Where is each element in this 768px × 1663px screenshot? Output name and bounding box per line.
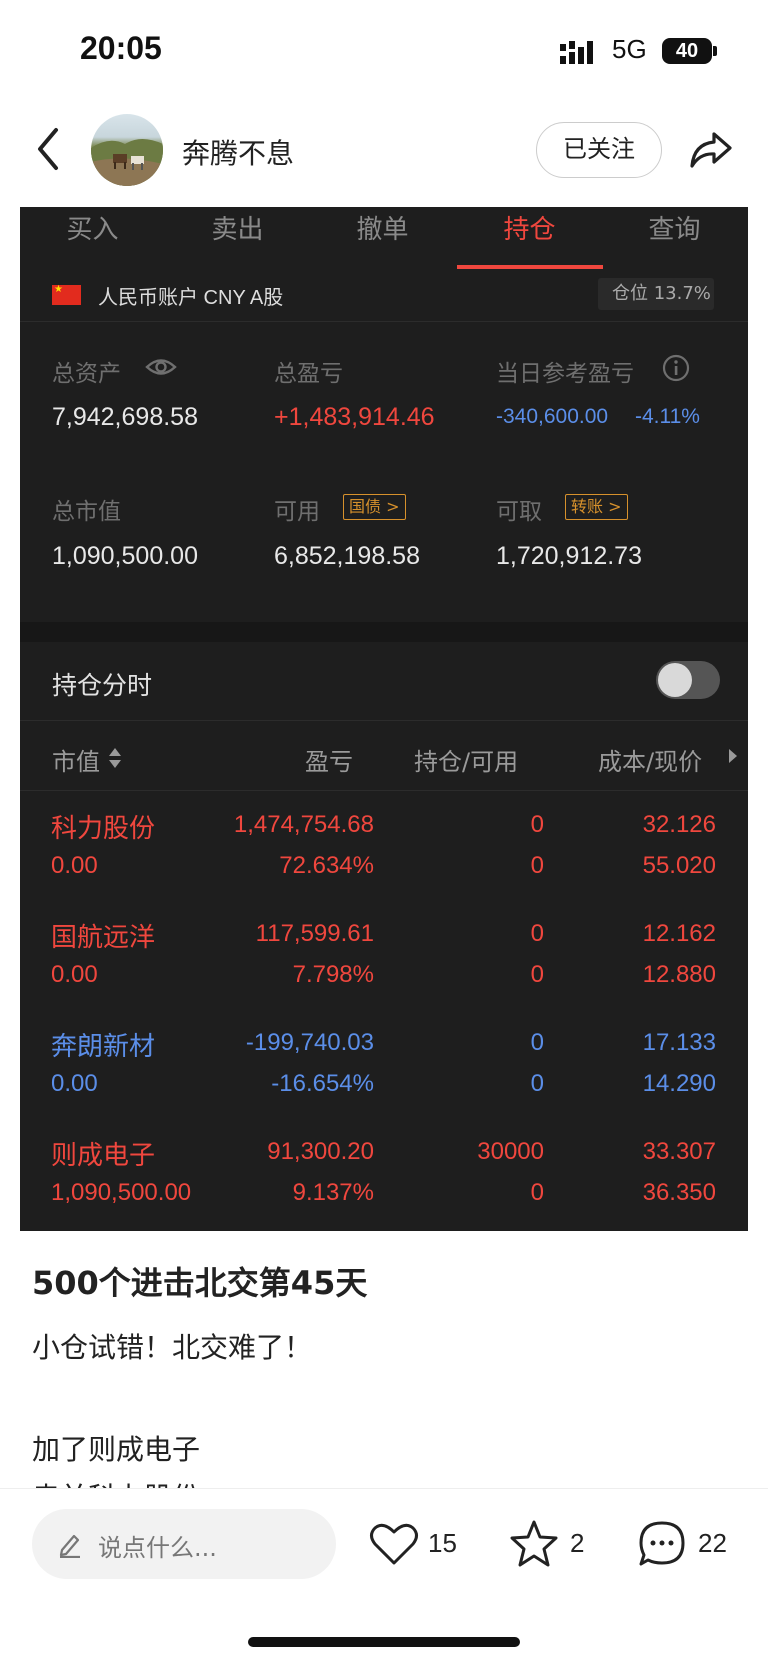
trading-panel [20,207,748,1231]
stock-price: 14.290 [642,1070,716,1097]
stock-name[interactable]: 奔朗新材 [51,1026,155,1063]
stock-available: 0 [530,852,544,879]
daily-pnl-label: 当日参考盈亏 [496,361,634,387]
col-holding: 持仓/可用 [414,748,519,776]
stock-pnl-percent: 7.798% [292,961,374,988]
timeshare-label: 持仓分时 [52,671,153,700]
tab-sell[interactable]: 卖出 [165,207,310,269]
share-icon[interactable] [688,128,734,172]
stock-pnl-percent: -16.654% [271,1070,374,1097]
available-value: 6,852,198.58 [274,542,420,570]
total-assets-value: 7,942,698.58 [52,403,198,431]
heart-icon[interactable] [368,1518,420,1570]
flag-star-icon: ★ [54,284,63,295]
stock-holding: 30000 [477,1138,544,1165]
post-title: 500个进击北交第45天 [32,1264,368,1302]
signal-icon [560,41,593,64]
withdrawable-label: 可取 [496,499,542,525]
info-icon[interactable] [662,354,690,382]
stock-cost: 17.133 [642,1029,716,1056]
col-cost-price: 成本/现价 [598,748,703,776]
position-ratio-badge: 仓位 13.7% [598,278,714,310]
stock-market-value: 0.00 [51,961,98,988]
account-label: 人民币账户 CNY A股 [98,287,284,309]
available-label: 可用 [274,499,320,525]
total-assets-label: 总资产 [52,361,121,387]
stock-market-value: 1,090,500.00 [51,1179,192,1206]
stock-pnl: 1,474,754.68 [233,811,374,838]
stock-holding: 0 [530,811,544,838]
transfer-link[interactable]: 转账 > [565,494,628,520]
daily-pnl-value: -340,600.00 [496,405,609,428]
stock-holding: 0 [530,920,544,947]
market-value-value: 1,090,500.00 [52,542,198,570]
tab-query[interactable]: 查询 [602,207,747,269]
divider [20,790,748,791]
tab-buy[interactable]: 买入 [20,207,165,269]
status-bar: 20:05 5G 40 [0,0,768,100]
stock-available: 0 [530,1070,544,1097]
stock-name[interactable]: 则成电子 [51,1135,155,1172]
network-type: 5G [612,34,647,64]
comment-bubble-icon[interactable] [636,1518,688,1570]
like-count: 15 [428,1528,457,1558]
stock-pnl: 91,300.20 [267,1138,374,1165]
tab-cancel[interactable]: 撤单 [310,207,455,269]
total-pnl-label: 总盈亏 [274,361,343,387]
battery-icon: 40 [662,38,712,64]
active-tab-indicator [457,265,603,269]
avatar-landscape-icon [91,139,163,186]
stock-cost: 32.126 [642,811,716,838]
stock-pnl-percent: 9.137% [292,1179,374,1206]
pencil-icon [59,1534,80,1558]
market-value-label: 总市值 [52,499,121,525]
star-icon[interactable] [508,1518,560,1570]
tab-holdings[interactable]: 持仓 [457,207,602,269]
toggle-knob [658,663,692,697]
eye-icon[interactable] [145,356,177,378]
col-pnl: 盈亏 [305,748,353,776]
total-pnl-value: +1,483,914.46 [274,403,435,431]
stock-name[interactable]: 国航远洋 [51,917,155,954]
sort-icon[interactable] [108,746,122,770]
scroll-right-icon[interactable] [728,748,738,764]
divider [20,720,748,721]
col-market-value[interactable]: 市值 [52,742,100,777]
stock-pnl-percent: 72.634% [279,852,374,879]
avatar[interactable] [91,114,163,186]
back-chevron-icon[interactable] [34,126,64,172]
home-indicator [248,1637,520,1647]
comment-count: 22 [698,1528,727,1558]
favorite-count: 2 [570,1528,585,1558]
stock-available: 0 [530,1179,544,1206]
post-line: 小仓试错！北交难了！ [32,1331,313,1364]
treasury-bond-link[interactable]: 国债 > [343,494,406,520]
stock-market-value: 0.00 [51,1070,98,1097]
withdrawable-value: 1,720,912.73 [496,542,642,570]
stock-market-value: 0.00 [51,852,98,879]
stock-price: 55.020 [642,852,716,879]
stock-price: 36.350 [642,1179,716,1206]
status-time: 20:05 [80,30,162,66]
stock-available: 0 [530,961,544,988]
stock-pnl: 117,599.61 [255,920,374,947]
stock-price: 12.880 [642,961,716,988]
follow-button[interactable]: 已关注 [536,122,662,178]
stock-cost: 33.307 [642,1138,716,1165]
stock-cost: 12.162 [642,920,716,947]
stock-holding: 0 [530,1029,544,1056]
stock-pnl: -199,740.03 [245,1029,374,1056]
daily-pnl-percent: -4.11% [635,405,700,428]
comment-placeholder[interactable]: 说点什么... [98,1528,217,1563]
post-line: 加了则成电子 [32,1433,201,1466]
battery-tip [713,46,717,56]
section-separator [20,622,748,642]
username[interactable]: 奔腾不息 [182,132,294,172]
stock-name[interactable]: 科力股份 [51,808,155,845]
position-ratio-text: 仓位 13.7% [612,283,711,304]
